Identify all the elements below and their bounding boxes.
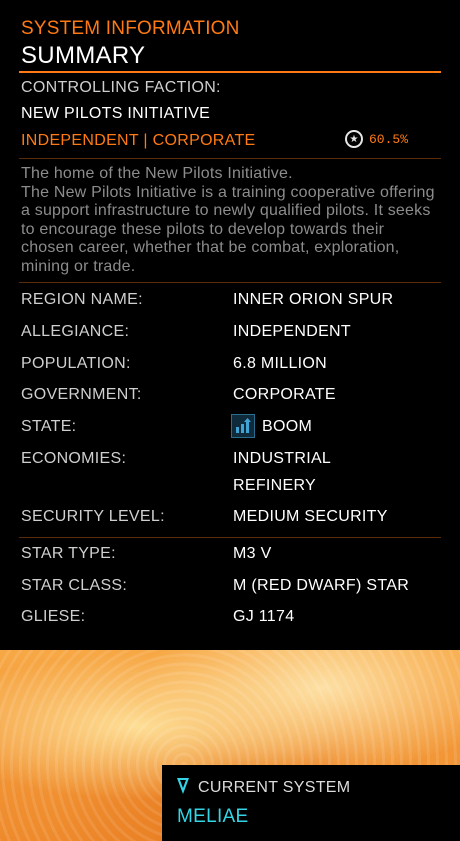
panel-title: SYSTEM INFORMATION bbox=[21, 18, 240, 39]
economy-value: INDUSTRIAL bbox=[233, 450, 332, 467]
boom-state-icon bbox=[231, 414, 255, 438]
divider bbox=[19, 158, 441, 159]
population-value: 6.8 MILLION bbox=[233, 355, 328, 372]
reputation-icon: ★ bbox=[345, 130, 363, 148]
government-label: GOVERNMENT: bbox=[21, 386, 142, 403]
gliese-label: GLIESE: bbox=[21, 608, 86, 625]
panel-subtitle: SUMMARY bbox=[21, 42, 146, 69]
faction-type: INDEPENDENT | CORPORATE bbox=[21, 132, 256, 149]
location-marker-icon bbox=[177, 778, 189, 794]
star-type-label: STAR TYPE: bbox=[21, 545, 116, 562]
state-value: BOOM bbox=[262, 418, 313, 435]
star-class-label: STAR CLASS: bbox=[21, 577, 128, 594]
economy-value: REFINERY bbox=[233, 477, 317, 494]
faction-name[interactable]: NEW PILOTS INITIATIVE bbox=[21, 105, 210, 123]
star-type-value: M3 V bbox=[233, 545, 272, 562]
current-system-label: CURRENT SYSTEM bbox=[198, 779, 351, 796]
divider bbox=[19, 282, 441, 283]
security-label: SECURITY LEVEL: bbox=[21, 508, 165, 525]
current-system-name[interactable]: MELIAE bbox=[177, 806, 249, 828]
region-value: INNER ORION SPUR bbox=[233, 291, 394, 308]
controlling-faction-label: CONTROLLING FACTION: bbox=[21, 79, 221, 96]
economies-label: ECONOMIES: bbox=[21, 450, 127, 467]
description-line: The home of the New Pilots Initiative. bbox=[21, 165, 293, 182]
government-value: CORPORATE bbox=[233, 386, 336, 403]
header-divider bbox=[19, 71, 441, 73]
system-info-panel: SYSTEM INFORMATION SUMMARY CONTROLLING F… bbox=[12, 12, 450, 650]
reputation-indicator: ★ 60.5% bbox=[345, 130, 408, 148]
description-paragraph: The New Pilots Initiative is a training … bbox=[21, 183, 435, 275]
gliese-value: GJ 1174 bbox=[233, 608, 295, 625]
allegiance-value: INDEPENDENT bbox=[233, 323, 351, 340]
security-value: MEDIUM SECURITY bbox=[233, 508, 388, 525]
system-description: The home of the New Pilots Initiative. T… bbox=[21, 165, 441, 277]
state-label: STATE: bbox=[21, 418, 77, 435]
star-class-value: M (RED DWARF) STAR bbox=[233, 577, 410, 594]
population-label: POPULATION: bbox=[21, 355, 131, 372]
region-label: REGION NAME: bbox=[21, 291, 143, 308]
divider bbox=[19, 537, 441, 538]
allegiance-label: ALLEGIANCE: bbox=[21, 323, 130, 340]
current-system-panel: CURRENT SYSTEM MELIAE bbox=[162, 765, 460, 841]
reputation-value: 60.5% bbox=[369, 131, 409, 147]
